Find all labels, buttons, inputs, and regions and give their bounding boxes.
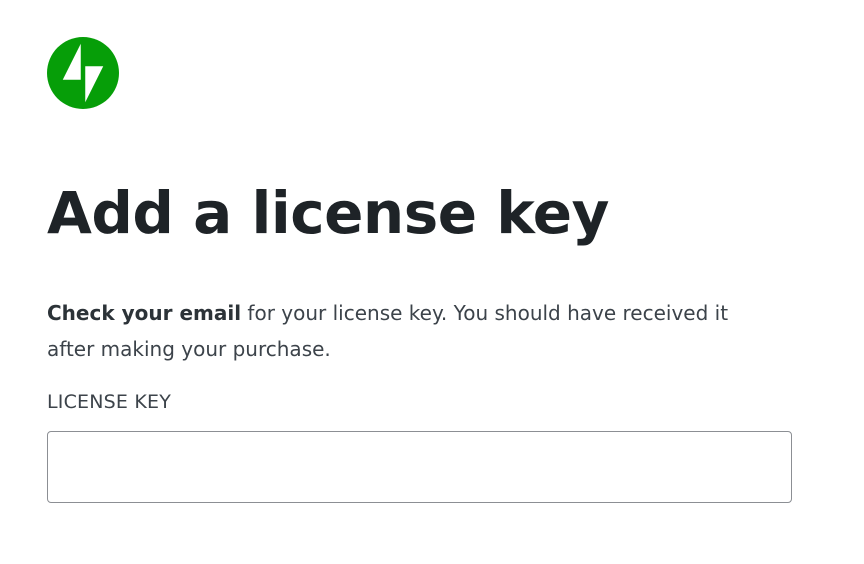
page-title: Add a license key — [47, 179, 609, 247]
jetpack-logo-icon — [47, 37, 119, 109]
license-key-input[interactable] — [47, 431, 792, 503]
instructions-text: Check your email for your license key. Y… — [47, 295, 767, 367]
license-page: Add a license key Check your email for y… — [47, 37, 792, 503]
instructions-emphasis: Check your email — [47, 301, 242, 325]
license-key-label: LICENSE KEY — [47, 391, 172, 413]
